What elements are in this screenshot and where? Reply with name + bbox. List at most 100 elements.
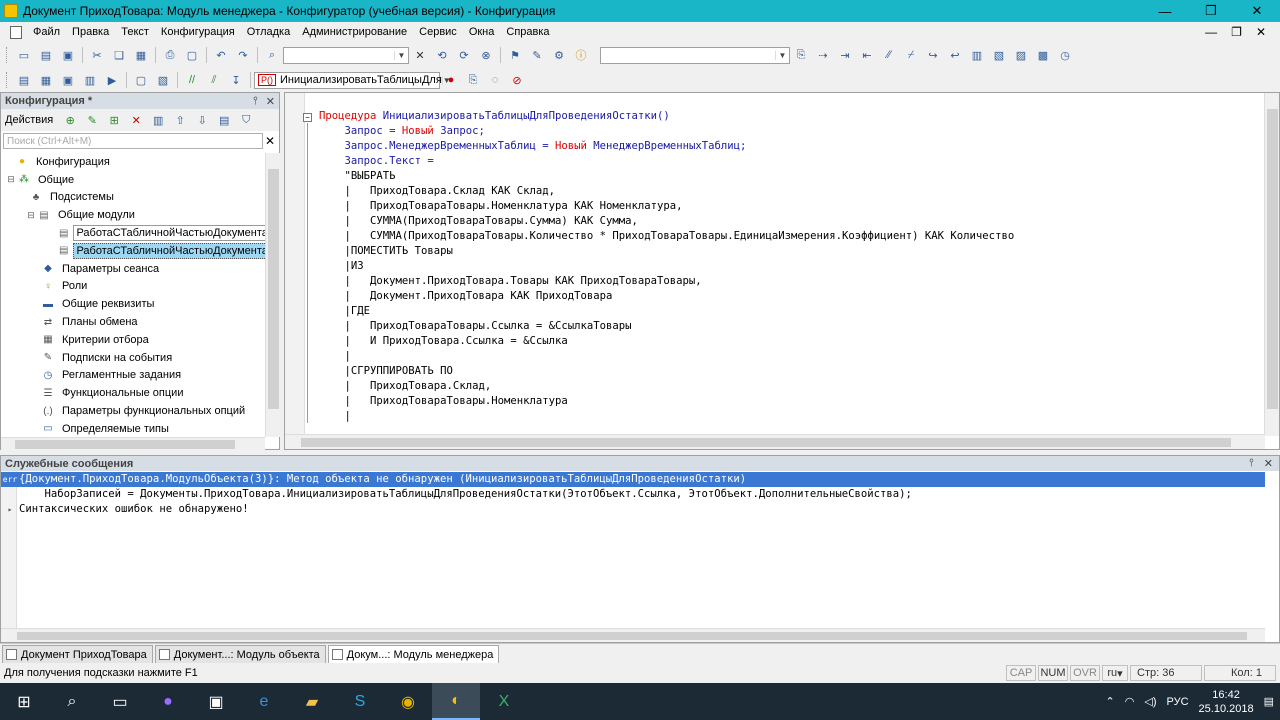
open-icon[interactable]: ▤ — [37, 46, 55, 64]
indent-icon[interactable]: ⇥ — [836, 46, 854, 64]
network-icon[interactable]: ◠ — [1125, 695, 1135, 708]
code-line[interactable]: | ПриходТовараТовары.Номенклатура КАК Но… — [319, 199, 1014, 214]
tab-manager-module[interactable]: Докум...: Модуль менеджера — [327, 645, 500, 663]
preview-icon[interactable]: ▢ — [183, 46, 201, 64]
skype-icon[interactable]: S — [336, 683, 384, 720]
form-icon[interactable]: ▦ — [37, 71, 55, 89]
editor-horizontal-scrollbar[interactable] — [285, 434, 1265, 449]
mdi-close-icon[interactable]: ✕ — [1256, 25, 1266, 39]
store-icon[interactable]: ▣ — [192, 683, 240, 720]
tree-item-functional-options[interactable]: ☰ Функциональные опции — [1, 384, 265, 402]
print-icon[interactable]: ⎙ — [161, 46, 179, 64]
excel-icon[interactable]: X — [480, 683, 528, 720]
restore-button[interactable]: ❐ — [1188, 0, 1234, 22]
code-text[interactable]: Процедура ИнициализироватьТаблицыДляПров… — [319, 109, 1014, 424]
undo-icon[interactable]: ↶ — [212, 46, 230, 64]
tree-item-subsystems[interactable]: ♣ Подсистемы — [1, 189, 265, 207]
module-combo[interactable]: ▼ — [600, 46, 790, 64]
cut-icon[interactable]: ✂ — [88, 46, 106, 64]
scroll-thumb[interactable] — [15, 440, 235, 449]
tree-item-configuration[interactable]: ● Конфигурация — [1, 153, 265, 171]
properties-icon[interactable]: ▥ — [149, 111, 167, 129]
collapse-icon[interactable]: ⊟ — [25, 210, 37, 221]
uncomment-lines-icon[interactable]: ⫽ — [205, 71, 223, 89]
move-down-icon[interactable]: ⇩ — [193, 111, 211, 129]
message-line[interactable]: ▸ Синтаксических ошибок не обнаружено! — [1, 502, 1265, 517]
fold-toggle-icon[interactable]: − — [303, 113, 312, 122]
language-indicator[interactable]: ru ▾ — [1102, 665, 1128, 681]
tree-item-common[interactable]: ⊟ ⁂ Общие — [1, 171, 265, 189]
tree-item-exchange-plans[interactable]: ⇄ Планы обмена — [1, 313, 265, 331]
tree-item-common-modules[interactable]: ⊟ ▤ Общие модули — [1, 206, 265, 224]
tree-item-module-s[interactable]: ▤ РаботаСТабличнойЧастьюДокументаС — [1, 242, 265, 260]
tree-item-event-subscriptions[interactable]: ✎ Подписки на события — [1, 349, 265, 367]
code-line[interactable]: | СУММА(ПриходТовараТовары.Количество * … — [319, 229, 1015, 244]
message-line-error[interactable]: err {Документ.ПриходТовара.МодульОбъекта… — [1, 472, 1265, 487]
code-line[interactable]: |СГРУППИРОВАТЬ ПО — [319, 364, 1014, 379]
comment-lines-icon[interactable]: // — [183, 71, 201, 89]
code-line[interactable]: | ПриходТовара.Склад КАК Склад, — [319, 184, 1014, 199]
edge-icon[interactable]: e — [240, 683, 288, 720]
clock[interactable]: 16:42 25.10.2018 — [1199, 688, 1254, 716]
settings-icon[interactable]: ◷ — [1056, 46, 1074, 64]
designer-icon[interactable]: ⚙ — [550, 46, 568, 64]
tree-item-common-attributes[interactable]: ▬ Общие реквизиты — [1, 295, 265, 313]
goto-icon[interactable]: ↪ — [924, 46, 942, 64]
scroll-thumb[interactable] — [1267, 109, 1278, 409]
code-line[interactable]: |ПОМЕСТИТЬ Товары — [319, 244, 1014, 259]
image-icon[interactable]: ▨ — [1012, 46, 1030, 64]
editor-vertical-scrollbar[interactable] — [1264, 93, 1279, 436]
search-combo[interactable]: ▼ — [283, 46, 409, 64]
edit-icon[interactable]: ✎ — [83, 111, 101, 129]
tab-document[interactable]: Документ ПриходТовара — [2, 645, 153, 663]
copy-icon[interactable]: ❏ — [110, 46, 128, 64]
code-line[interactable]: | СУММА(ПриходТовараТовары.Сумма) КАК Су… — [319, 214, 1014, 229]
step-over-icon[interactable]: ▧ — [154, 71, 172, 89]
panel-close-icon[interactable]: ✕ — [266, 95, 275, 108]
delete-icon[interactable]: ✕ — [127, 111, 145, 129]
pin-icon[interactable]: ⫯ — [253, 95, 258, 108]
syntax-assistant-icon[interactable]: ⚑ — [506, 46, 524, 64]
mdi-restore-icon[interactable]: ❐ — [1231, 25, 1242, 39]
uncomment-icon[interactable]: ⌿ — [902, 46, 920, 64]
scroll-thumb[interactable] — [268, 169, 279, 409]
syntax-check-icon[interactable]: ↧ — [227, 71, 245, 89]
code-line[interactable]: | — [319, 409, 1014, 424]
cortana-icon[interactable]: ● — [144, 683, 192, 720]
collapse-icon[interactable]: ⊟ — [5, 174, 17, 185]
show-hidden-icon[interactable]: ⌃ — [1106, 695, 1115, 708]
window-list-icon[interactable]: ▧ — [990, 46, 1008, 64]
goto-definition-icon[interactable]: ⎘ — [464, 71, 482, 89]
code-line[interactable]: Запрос.МенеджерВременныхТаблиц = Новый М… — [319, 139, 1014, 154]
code-line[interactable]: | Документ.ПриходТовара КАК ПриходТовара — [319, 289, 1014, 304]
tree-item-roles[interactable]: ♀ Роли — [1, 278, 265, 296]
tree-item-module-k[interactable]: ▤ РаботаСТабличнойЧастьюДокументаК — [1, 224, 265, 242]
menu-debug[interactable]: Отладка — [241, 26, 296, 38]
document-icon[interactable] — [10, 25, 22, 39]
find-next-icon[interactable]: ⟳ — [455, 46, 473, 64]
filter-icon[interactable]: ⛉ — [237, 111, 255, 129]
find-all-icon[interactable]: ⊗ — [477, 46, 495, 64]
redo-icon[interactable]: ↷ — [234, 46, 252, 64]
actions-menu[interactable]: Действия — [5, 114, 53, 126]
toolbar-grip[interactable] — [6, 72, 9, 88]
code-line[interactable]: | — [319, 349, 1014, 364]
scroll-thumb[interactable] — [301, 438, 1231, 447]
tree-vertical-scrollbar[interactable] — [265, 153, 280, 437]
code-line[interactable]: |ГДЕ — [319, 304, 1014, 319]
procedure-combo[interactable]: Р() ИнициализироватьТаблицыДля ▼ — [254, 71, 451, 89]
messages-horizontal-scrollbar[interactable] — [1, 628, 1265, 642]
tree-item-filter-criteria[interactable]: ▦ Критерии отбора — [1, 331, 265, 349]
menu-administration[interactable]: Администрирование — [296, 26, 413, 38]
message-line[interactable]: НаборЗаписей = Документы.ПриходТовара.Ин… — [1, 487, 1265, 502]
code-line[interactable]: Запрос = Новый Запрос; — [319, 124, 1014, 139]
code-line[interactable]: | И ПриходТовара.Ссылка = &Ссылка — [319, 334, 1014, 349]
menu-configuration[interactable]: Конфигурация — [155, 26, 241, 38]
info-icon[interactable]: ⓘ — [572, 46, 590, 64]
breakpoint-icon[interactable]: ● — [442, 71, 460, 89]
tree-horizontal-scrollbar[interactable] — [1, 437, 265, 450]
remove-breakpoint-icon[interactable]: ⊘ — [508, 71, 526, 89]
toolbar-grip[interactable] — [6, 47, 9, 63]
scroll-thumb[interactable] — [17, 632, 1247, 640]
bookmark-next-icon[interactable]: ⇢ — [814, 46, 832, 64]
